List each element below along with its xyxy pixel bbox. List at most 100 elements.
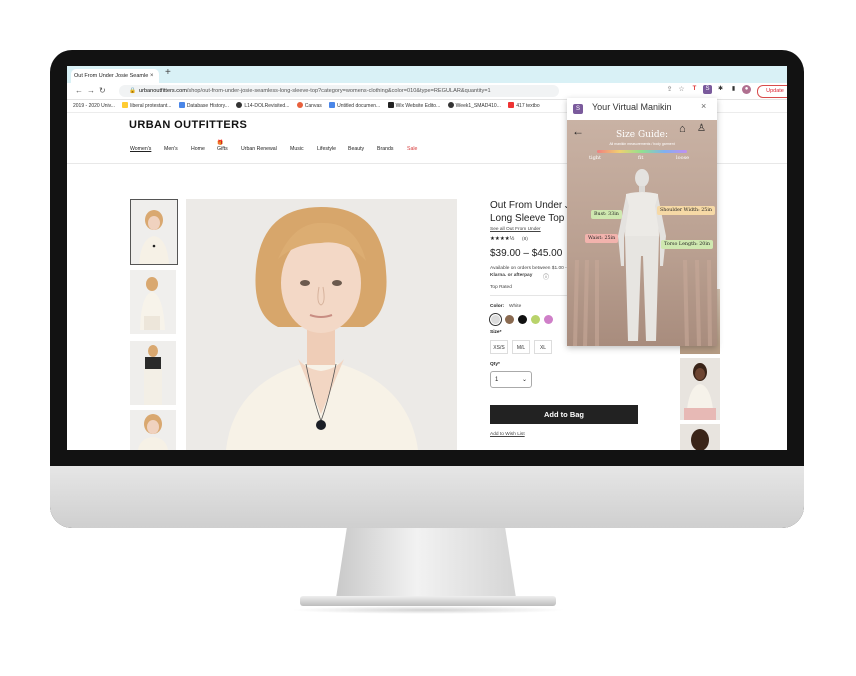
screen: Out From Under Josie Seamle × + ← → ↻ 🔒 u… (67, 66, 787, 450)
nav-lifestyle[interactable]: Lifestyle (317, 146, 336, 152)
tab-close-icon[interactable]: × (150, 69, 154, 83)
bookmark-favicon-icon (508, 102, 515, 108)
fit-label-tight: tight (589, 155, 602, 161)
manikin-logo-icon: S (573, 104, 583, 114)
new-tab-icon[interactable]: + (165, 67, 171, 78)
wishlist-link[interactable]: Add to Wish List (490, 432, 525, 437)
forward-icon[interactable]: → (87, 83, 95, 99)
nav-home[interactable]: Home (191, 146, 205, 152)
rating-count[interactable]: (8) (522, 237, 528, 242)
product-thumbnail[interactable] (130, 199, 178, 265)
model-photo (130, 410, 176, 450)
fit-label-fit: fit (638, 155, 644, 161)
payment-providers: Klarna. or afterpay (490, 273, 533, 278)
nav-beauty[interactable]: Beauty (348, 146, 364, 152)
color-label: Color: (490, 304, 505, 309)
reload-icon[interactable]: ↻ (99, 83, 106, 99)
nav-mens[interactable]: Men's (164, 146, 178, 152)
info-icon[interactable]: ⓘ (543, 272, 549, 281)
monitor-chin (50, 466, 804, 528)
bust-measurement[interactable]: Bust: 33in (591, 210, 622, 219)
gallery-image[interactable] (680, 358, 720, 420)
model-photo (680, 424, 720, 450)
bookmark-item[interactable]: liberal protestant... (122, 100, 171, 112)
puzzle-icon[interactable]: ✱ (716, 85, 725, 94)
bookmark-item[interactable]: Database History... (178, 100, 229, 112)
waist-measurement[interactable]: Waist: 25in (585, 234, 619, 243)
swatch-brown[interactable] (505, 315, 514, 324)
size-option-xl[interactable]: XL (534, 340, 552, 354)
fit-gradient-bar (597, 150, 687, 153)
swatch-pink[interactable] (544, 315, 553, 324)
docs-icon (178, 102, 185, 108)
browser-tab[interactable]: Out From Under Josie Seamle (71, 69, 159, 83)
url-path: /shop/out-from-under-josie-seamless-long… (186, 88, 491, 94)
gallery-image[interactable] (680, 424, 720, 450)
profile-avatar[interactable]: ● (742, 85, 751, 94)
bookmark-item[interactable]: L14-DOLRevisited... (236, 100, 289, 112)
bookmark-item[interactable]: 2019 - 2020 Univ... (73, 100, 115, 112)
swatch-black[interactable] (518, 315, 527, 324)
model-photo (186, 199, 457, 450)
size-option-xs-s[interactable]: XS/S (490, 340, 508, 354)
product-thumbnail[interactable] (130, 410, 176, 450)
swatch-green[interactable] (531, 315, 540, 324)
back-icon[interactable]: ← (75, 83, 83, 99)
nav-music[interactable]: Music (290, 146, 304, 152)
product-price: $39.00 – $45.00 (490, 248, 563, 259)
size-guide-subtitle: All manikin measurements / body garment (609, 142, 675, 146)
nav-urban-renewal[interactable]: Urban Renewal (241, 146, 277, 152)
bookmark-favicon-icon (236, 102, 243, 108)
product-thumbnail[interactable] (130, 270, 176, 334)
swatch-white[interactable] (491, 315, 500, 324)
url-domain: urbanoutfitters.com (138, 88, 187, 94)
manikin-figure (618, 169, 666, 341)
color-value: White (509, 304, 522, 309)
size-guide-title: Size Guide: (616, 130, 668, 140)
bookmark-item[interactable]: Wix Website Edito... (387, 100, 440, 112)
model-photo (130, 341, 176, 405)
monitor-stand-neck (336, 528, 516, 598)
bookmark-item[interactable]: Canvas (296, 100, 322, 112)
add-to-bag-button[interactable]: Add to Bag (490, 405, 638, 424)
product-thumbnail[interactable] (130, 341, 176, 405)
bookmark-favicon-icon (122, 102, 129, 108)
monitor-stand-base (300, 596, 556, 606)
torso-measurement[interactable]: Torso Length: 20in (661, 240, 713, 249)
size-label: Size* (490, 330, 502, 335)
bookmark-item[interactable]: Week1_SMAD410... (447, 100, 501, 112)
quantity-select[interactable]: 1 ⌄ (490, 371, 532, 388)
model-photo (680, 358, 720, 420)
share-icon[interactable]: ⇪ (665, 85, 674, 94)
stand-shadow (290, 606, 566, 614)
tab-title: Out From Under Josie Seamle (74, 73, 149, 79)
browser-tab-bar (67, 66, 787, 83)
nav-womens[interactable]: Women's (130, 146, 151, 152)
manikin-extension-icon[interactable]: S (703, 85, 712, 94)
bookmark-star-icon[interactable]: ☆ (677, 85, 686, 94)
bookmark-favicon-icon (447, 102, 454, 108)
nav-sale[interactable]: Sale (407, 146, 417, 152)
main-product-image[interactable] (186, 199, 457, 450)
docs-icon (329, 102, 336, 108)
nav-brands[interactable]: Brands (377, 146, 393, 152)
chevron-down-icon: ⌄ (521, 377, 527, 383)
sidebar-icon[interactable]: ▮ (729, 85, 738, 94)
see-all-link[interactable]: See all Out From Under (490, 227, 541, 232)
canvas-icon (296, 102, 303, 108)
extension-body: ← ⌂ ♙ Size Guide: All manikin measuremen… (567, 120, 717, 346)
site-logo[interactable]: URBAN OUTFITTERS (129, 119, 247, 131)
bookmark-item[interactable]: 417 textbo (508, 100, 540, 112)
shoulder-measurement[interactable]: Shoulder Width: 25in (657, 206, 715, 215)
nav-gifts[interactable]: Gifts (217, 146, 228, 152)
update-button[interactable]: Update (757, 85, 787, 98)
installments-text: Available on orders between $1.00 - (490, 266, 567, 271)
rating-stars[interactable]: ★★★★½ (490, 236, 514, 242)
bookmark-item[interactable]: Untitled documen... (329, 100, 380, 112)
size-option-m-l[interactable]: M/L (512, 340, 530, 354)
extension-red-icon[interactable]: T (690, 85, 699, 94)
close-icon[interactable]: × (701, 101, 706, 111)
address-bar[interactable]: 🔒 urbanoutfitters.com/shop/out-from-under… (119, 85, 559, 97)
extension-title: Your Virtual Manikin (592, 102, 672, 112)
model-photo (130, 270, 176, 334)
